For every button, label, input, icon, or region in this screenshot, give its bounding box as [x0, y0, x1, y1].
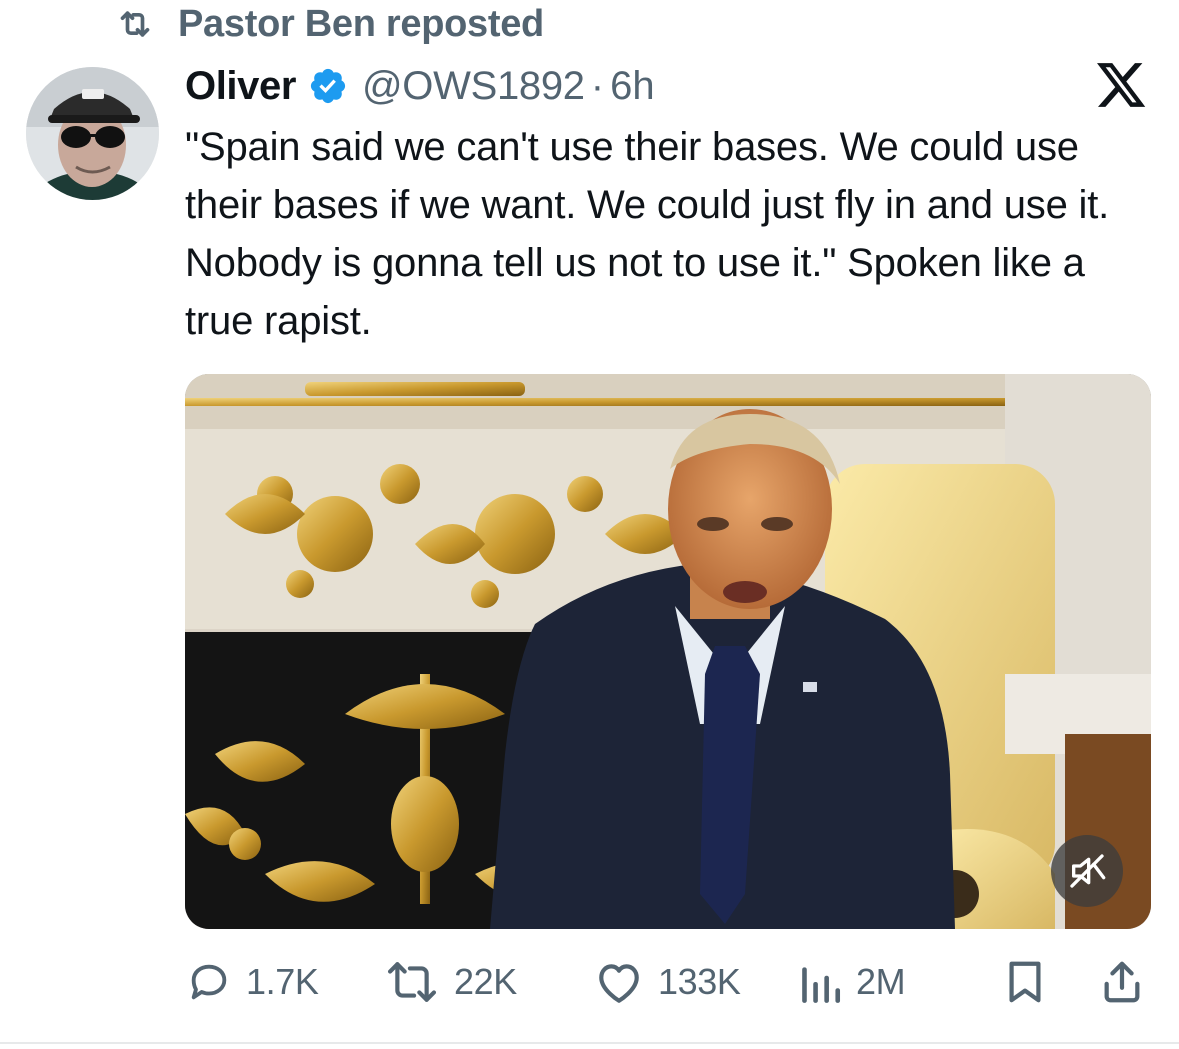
bookmark-button[interactable] [1005, 950, 1045, 1014]
tweet-text: "Spain said we can't use their bases. We… [185, 125, 1110, 343]
display-name[interactable]: Oliver [185, 64, 296, 109]
heart-icon [599, 964, 639, 1003]
repost-icon [387, 962, 437, 1002]
bookmark-icon [1009, 961, 1041, 1003]
views-chart-icon [802, 967, 841, 1003]
verified-badge-icon[interactable] [308, 66, 348, 106]
speaker-muted-icon [1070, 854, 1106, 888]
action-bar: 1.7K 22K 133K 2M [0, 950, 1179, 1014]
share-icon [1104, 961, 1140, 1003]
share-button[interactable] [1100, 950, 1144, 1014]
reply-count: 1.7K [246, 961, 319, 1002]
like-button[interactable]: 133K [594, 950, 741, 1014]
video-player[interactable] [185, 374, 1151, 929]
views-count: 2M [856, 961, 906, 1002]
divider [0, 1042, 1179, 1044]
handle[interactable]: @OWS1892 [362, 64, 585, 109]
tweet-header: Oliver @OWS1892 · 6h [185, 58, 655, 114]
mute-button[interactable] [1051, 835, 1123, 907]
repost-button[interactable]: 22K [384, 950, 517, 1014]
x-logo-icon [1097, 63, 1146, 107]
like-count: 133K [658, 961, 741, 1002]
repost-context[interactable]: Pastor Ben reposted [112, 2, 544, 46]
separator-dot: · [590, 63, 605, 108]
reply-icon [191, 964, 227, 1000]
repost-count: 22K [454, 961, 517, 1002]
timestamp[interactable]: 6h [610, 64, 655, 109]
reply-button[interactable]: 1.7K [186, 950, 319, 1014]
repost-label: Pastor Ben reposted [178, 2, 544, 45]
repost-icon [120, 11, 150, 37]
video-frame [185, 374, 1151, 929]
avatar-image [26, 67, 159, 200]
avatar[interactable] [26, 67, 159, 200]
views-button[interactable]: 2M [800, 950, 906, 1014]
